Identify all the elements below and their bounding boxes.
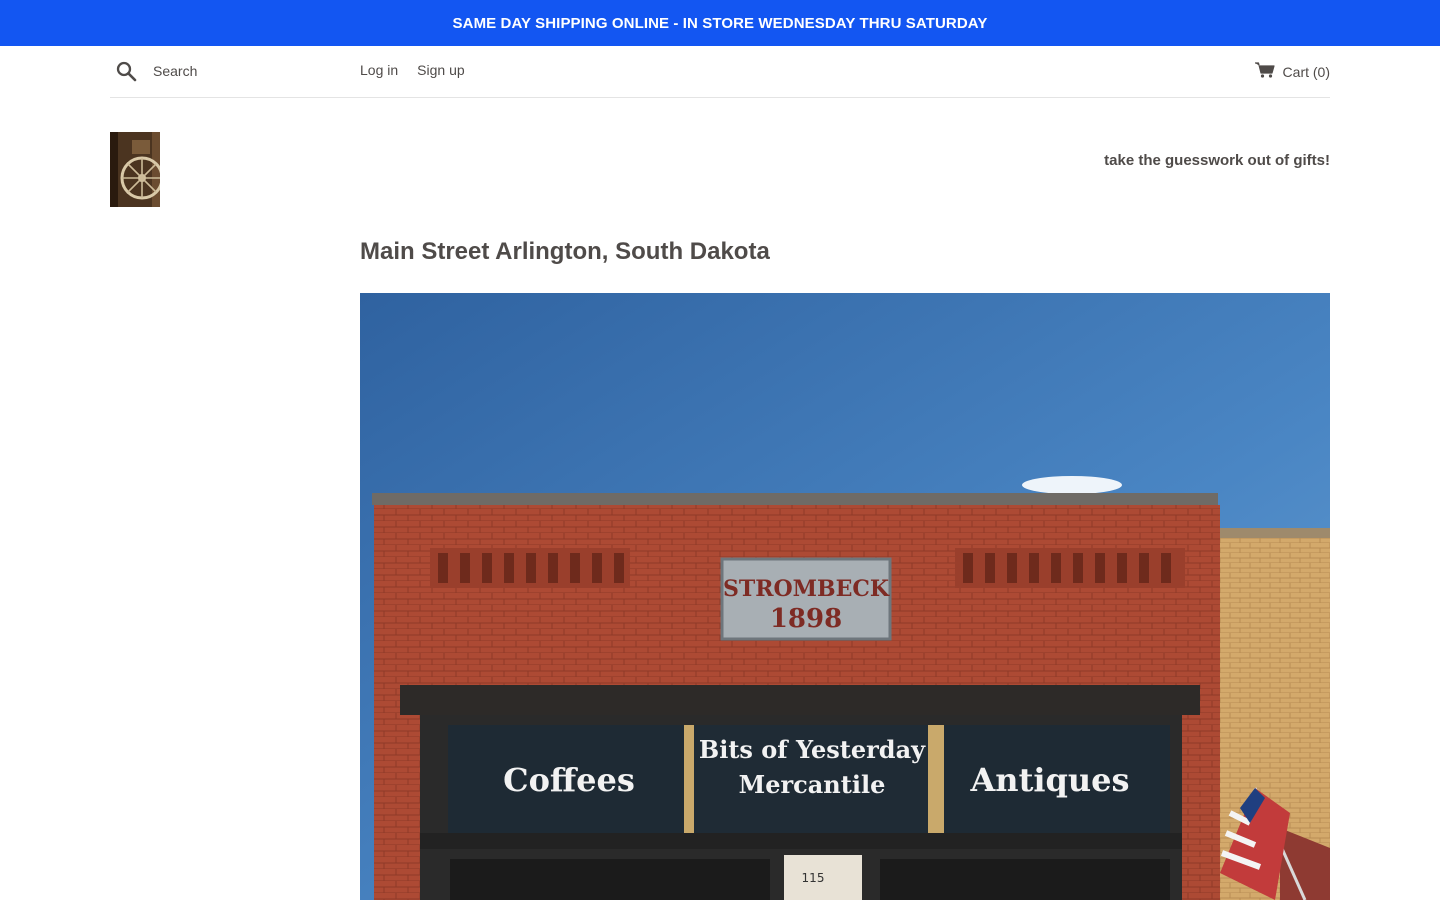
- header-bar: Log in Sign up Cart (0): [110, 46, 1330, 98]
- announcement-bar: SAME DAY SHIPPING ONLINE - IN STORE WEDN…: [0, 0, 1440, 46]
- window-text-bits-of-yesterday: Bits of Yesterday: [699, 735, 926, 764]
- announcement-text: SAME DAY SHIPPING ONLINE - IN STORE WEDN…: [452, 14, 988, 32]
- cart-label: Cart (0): [1282, 63, 1330, 80]
- sign-year: 1898: [770, 604, 842, 634]
- storefront-photo: STROMBECK 1898 Coffees Bits of Yesterday…: [360, 293, 1330, 900]
- site-tagline: take the guesswork out of gifts!: [1104, 152, 1330, 169]
- cart-link[interactable]: Cart (0): [1254, 62, 1330, 81]
- address-number: 115: [802, 871, 825, 885]
- signup-link[interactable]: Sign up: [417, 62, 464, 78]
- account-links: Log in Sign up: [360, 62, 465, 78]
- search-input[interactable]: [153, 60, 343, 82]
- sign-name: STROMBECK: [723, 576, 890, 602]
- search-icon[interactable]: [115, 60, 139, 84]
- page-title: Main Street Arlington, South Dakota: [360, 238, 770, 265]
- window-text-mercantile: Mercantile: [739, 770, 886, 799]
- window-text-coffees: Coffees: [503, 761, 635, 799]
- login-link[interactable]: Log in: [360, 62, 398, 78]
- window-text-antiques: Antiques: [969, 761, 1129, 799]
- cart-icon: [1254, 62, 1275, 81]
- site-logo[interactable]: [110, 132, 160, 207]
